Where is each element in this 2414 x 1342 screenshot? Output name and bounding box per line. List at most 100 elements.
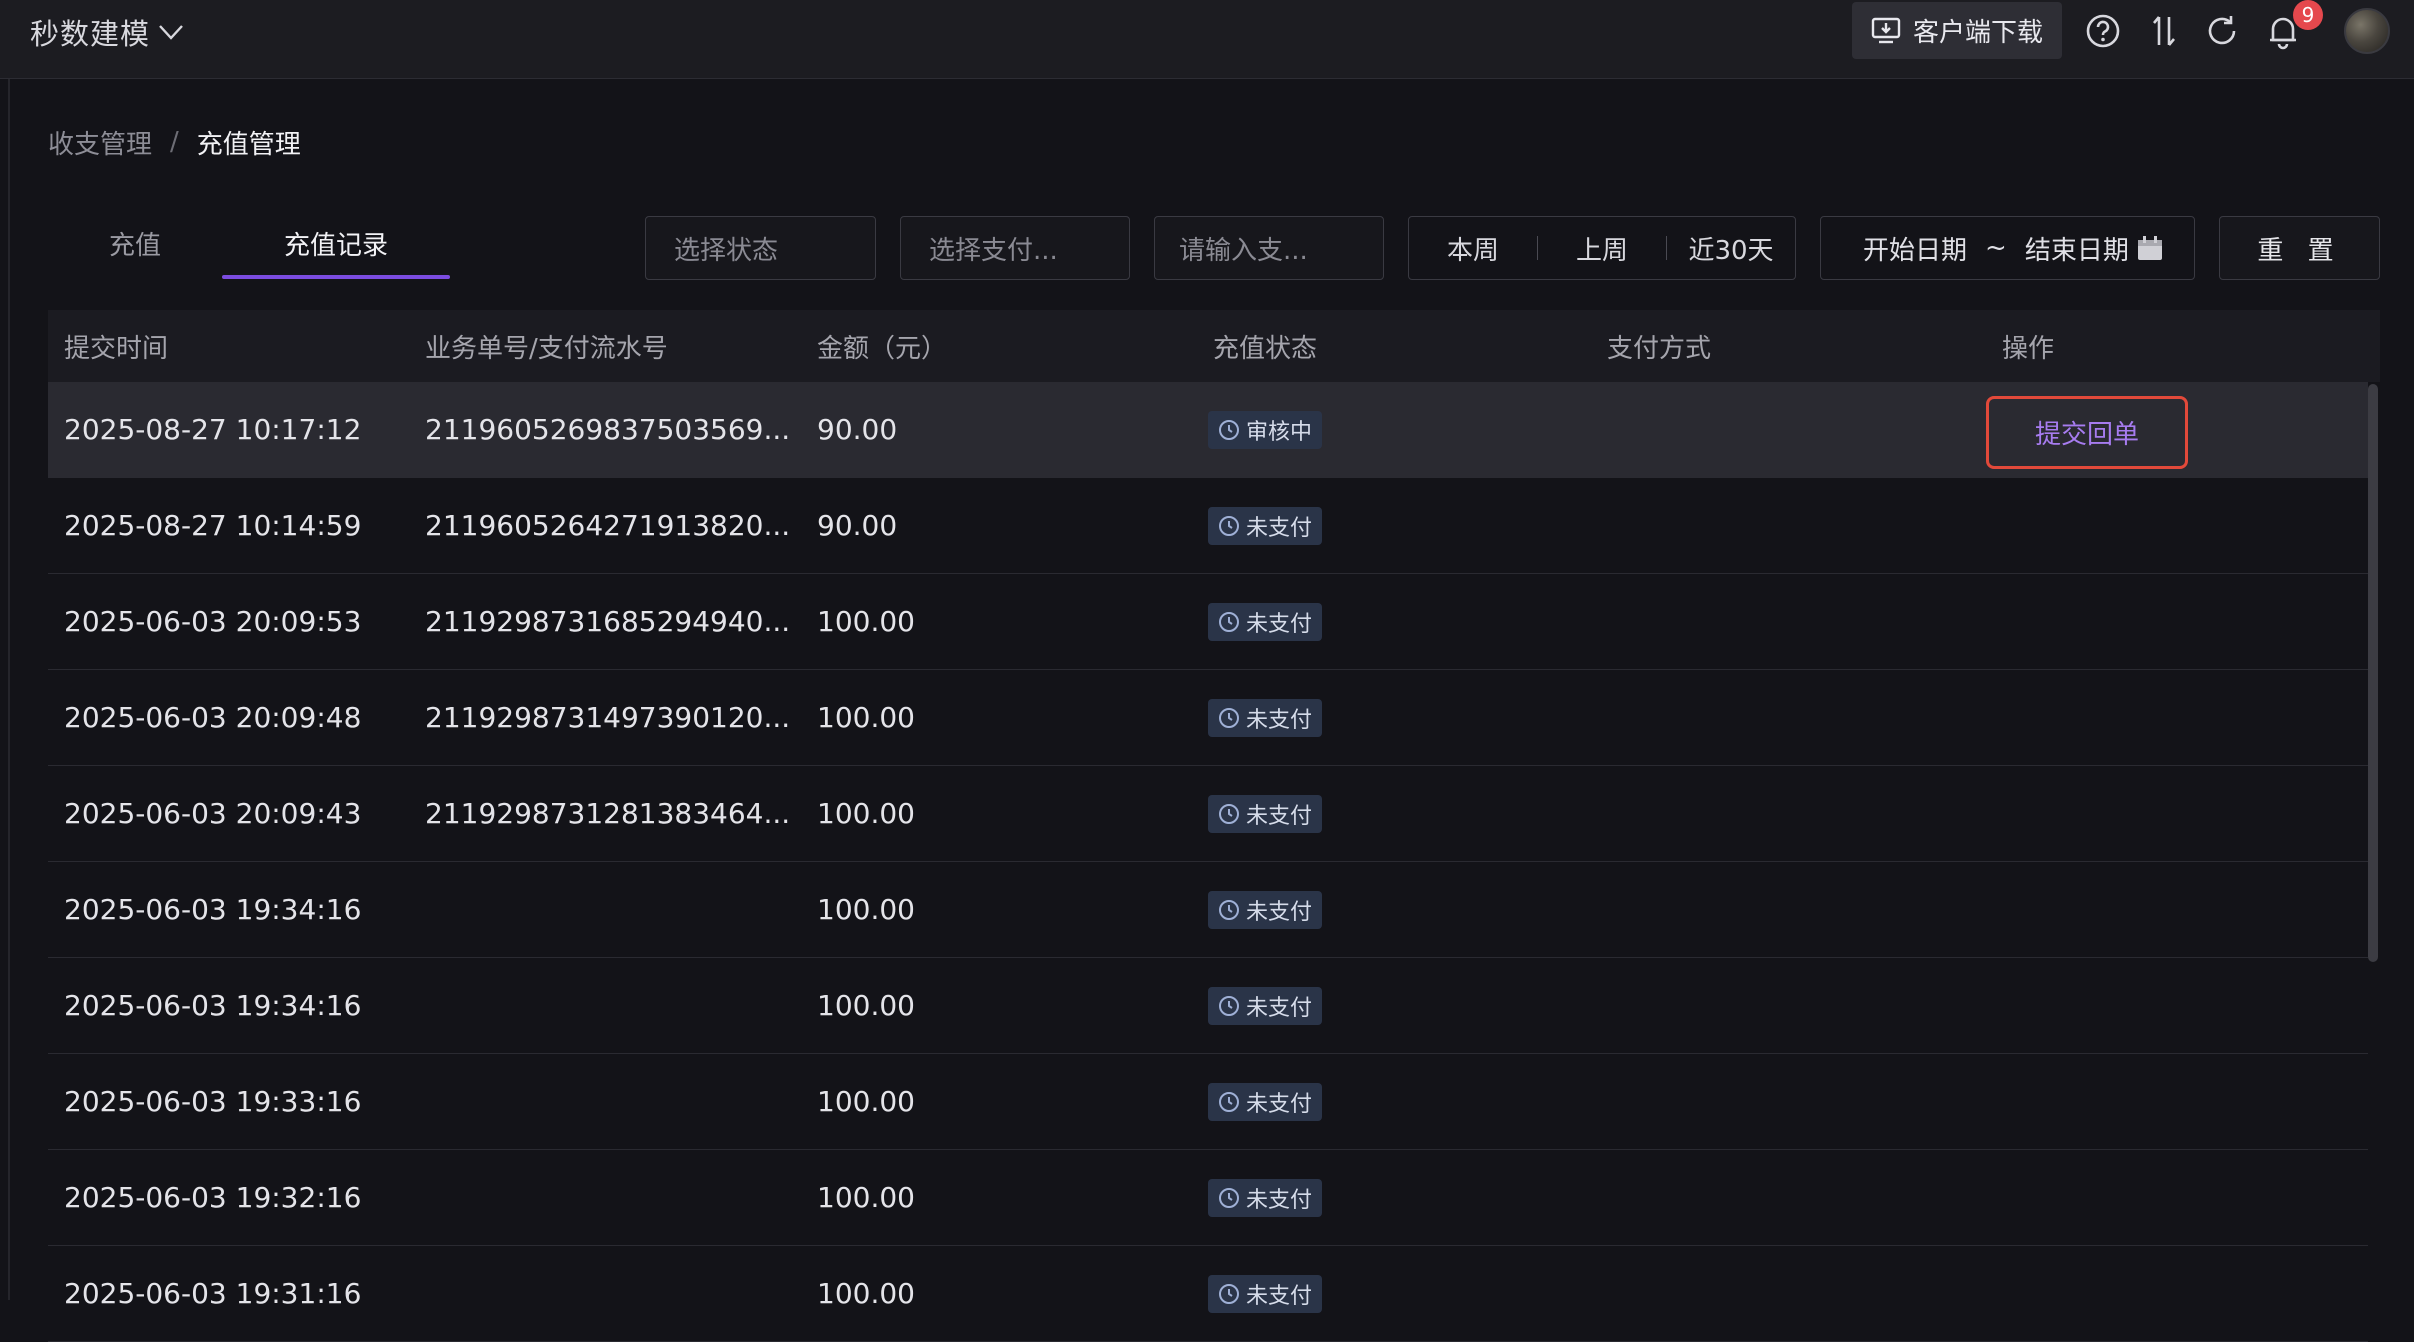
status-badge: 审核中 [1208, 411, 1323, 449]
table-row[interactable]: 2025-06-03 19:31:16 100.00 未支付 [48, 1246, 2368, 1342]
breadcrumb-parent[interactable]: 收支管理 [48, 124, 152, 161]
tab-recharge-records[interactable]: 充值记录 [222, 208, 450, 278]
range-this-week[interactable]: 本周 [1409, 230, 1537, 267]
cell-amount: 90.00 [817, 509, 898, 542]
table-row[interactable]: 2025-06-03 19:33:16 100.00 未支付 [48, 1054, 2368, 1150]
clock-icon [1219, 900, 1239, 920]
status-label: 未支付 [1246, 1188, 1313, 1213]
cell-amount: 100.00 [817, 1277, 915, 1310]
status-label: 审核中 [1246, 420, 1313, 445]
date-end[interactable]: 结束日期 [2025, 230, 2129, 267]
search-input[interactable]: 请输入支... [1154, 216, 1384, 280]
status-label: 未支付 [1246, 804, 1313, 829]
cell-order-number: 2119298731497390120... [425, 701, 791, 734]
cell-amount: 100.00 [817, 1085, 915, 1118]
status-badge: 未支付 [1208, 1083, 1323, 1121]
clock-icon [1219, 708, 1239, 728]
client-download-label: 客户端下载 [1912, 18, 2043, 48]
table-row[interactable]: 2025-08-27 10:17:12 2119605269837503569..… [48, 382, 2368, 478]
status-label: 未支付 [1246, 612, 1313, 637]
breadcrumb: 收支管理 / 充值管理 [48, 122, 301, 162]
clock-icon [1219, 804, 1239, 824]
status-badge: 未支付 [1208, 507, 1323, 545]
tab-recharge[interactable]: 充值 [48, 208, 222, 278]
cell-amount: 100.00 [817, 605, 915, 638]
cell-amount: 100.00 [817, 989, 915, 1022]
help-icon[interactable] [2084, 12, 2122, 50]
cell-order-number: 2119298731281383464... [425, 797, 791, 830]
cell-amount: 100.00 [817, 797, 915, 830]
table-row[interactable]: 2025-08-27 10:14:59 2119605264271913820..… [48, 478, 2368, 574]
date-separator: ~ [1985, 233, 2007, 263]
status-badge: 未支付 [1208, 987, 1323, 1025]
payment-method-select[interactable]: 选择支付... [900, 216, 1130, 280]
top-bar: 秒数建模 客户端下载 9 [0, 0, 2414, 79]
calendar-icon [2137, 236, 2162, 260]
column-header-amount: 金额（元） [817, 333, 948, 364]
table-row[interactable]: 2025-06-03 19:32:16 100.00 未支付 [48, 1150, 2368, 1246]
status-select[interactable]: 选择状态 [645, 216, 876, 280]
status-badge: 未支付 [1208, 1275, 1323, 1313]
table-row[interactable]: 2025-06-03 20:09:43 2119298731281383464..… [48, 766, 2368, 862]
app-title-dropdown[interactable]: 秒数建模 [30, 12, 184, 52]
table-row[interactable]: 2025-06-03 20:09:48 2119298731497390120..… [48, 670, 2368, 766]
status-select-placeholder: 选择状态 [674, 235, 779, 266]
table-row[interactable]: 2025-06-03 19:34:16 100.00 未支付 [48, 958, 2368, 1054]
clock-icon [1219, 996, 1239, 1016]
status-label: 未支付 [1246, 1284, 1313, 1309]
search-input-placeholder: 请输入支... [1179, 235, 1308, 266]
cell-submit-time: 2025-06-03 20:09:48 [64, 701, 362, 734]
table-header: 提交时间 业务单号/支付流水号 金额（元） 充值状态 支付方式 操作 [48, 310, 2380, 382]
table-row[interactable]: 2025-06-03 20:09:53 2119298731685294940..… [48, 574, 2368, 670]
client-download-button[interactable]: 客户端下载 [1852, 2, 2062, 59]
column-header-payment: 支付方式 [1607, 333, 1712, 364]
cell-order-number: 2119298731685294940... [425, 605, 791, 638]
breadcrumb-current: 充值管理 [196, 129, 301, 160]
clock-icon [1219, 516, 1239, 536]
sort-icon[interactable] [2145, 12, 2183, 50]
cell-amount: 90.00 [817, 413, 898, 446]
clock-icon [1219, 612, 1239, 632]
panel-edge [8, 79, 10, 1300]
status-label: 未支付 [1246, 708, 1313, 733]
status-badge: 未支付 [1208, 1179, 1323, 1217]
status-badge: 未支付 [1208, 699, 1323, 737]
clock-icon [1219, 1284, 1239, 1304]
date-start[interactable]: 开始日期 [1863, 230, 1967, 267]
download-icon [1871, 17, 1901, 43]
refresh-icon[interactable] [2203, 12, 2241, 50]
app-title: 秒数建模 [30, 17, 151, 51]
submit-receipt-link[interactable]: 提交回单 [1986, 396, 2188, 469]
cell-submit-time: 2025-06-03 19:34:16 [64, 893, 362, 926]
table-scrollbar[interactable] [2368, 384, 2378, 962]
avatar[interactable] [2344, 8, 2390, 54]
table-row[interactable]: 2025-06-03 19:34:16 100.00 未支付 [48, 862, 2368, 958]
status-label: 未支付 [1246, 1092, 1313, 1117]
cell-submit-time: 2025-06-03 20:09:53 [64, 605, 362, 638]
quick-date-range: 本周 上周 近30天 [1408, 216, 1796, 280]
cell-order-number: 2119605269837503569... [425, 413, 791, 446]
breadcrumb-separator: / [170, 127, 179, 157]
cell-submit-time: 2025-06-03 19:34:16 [64, 989, 362, 1022]
cell-submit-time: 2025-08-27 10:14:59 [64, 509, 362, 542]
active-tab-indicator [222, 275, 450, 279]
notification-badge: 9 [2293, 0, 2323, 30]
cell-submit-time: 2025-08-27 10:17:12 [64, 413, 362, 446]
column-header-time: 提交时间 [64, 333, 169, 364]
range-last-30-days[interactable]: 近30天 [1667, 230, 1795, 267]
reset-button[interactable]: 重 置 [2219, 216, 2380, 280]
clock-icon [1219, 1092, 1239, 1112]
clock-icon [1219, 1188, 1239, 1208]
cell-order-number: 2119605264271913820... [425, 509, 791, 542]
column-header-status: 充值状态 [1213, 333, 1318, 364]
range-last-week[interactable]: 上周 [1538, 230, 1666, 267]
cell-submit-time: 2025-06-03 19:33:16 [64, 1085, 362, 1118]
payment-select-placeholder: 选择支付... [929, 235, 1058, 266]
status-label: 未支付 [1246, 900, 1313, 925]
cell-amount: 100.00 [817, 893, 915, 926]
date-range-picker[interactable]: 开始日期 ~ 结束日期 [1820, 216, 2195, 280]
cell-amount: 100.00 [817, 1181, 915, 1214]
cell-submit-time: 2025-06-03 19:32:16 [64, 1181, 362, 1214]
status-badge: 未支付 [1208, 603, 1323, 641]
column-header-action: 操作 [2002, 333, 2055, 364]
